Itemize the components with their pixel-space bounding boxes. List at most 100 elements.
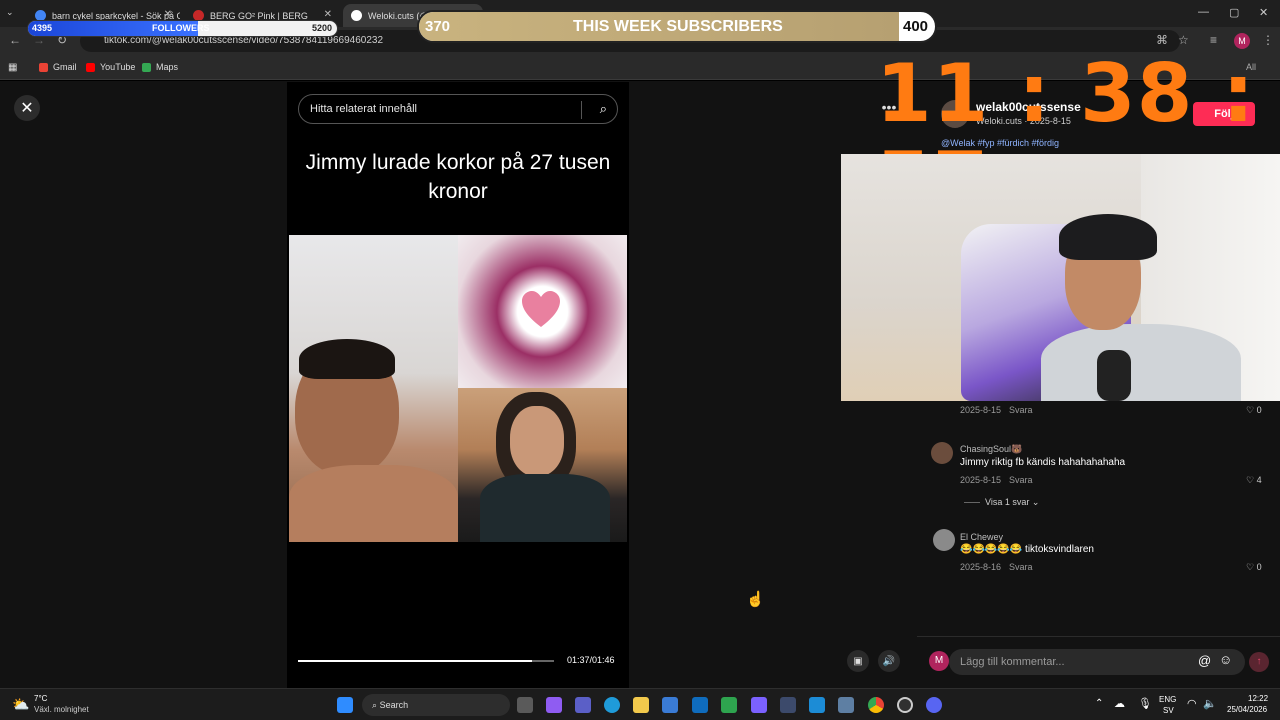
commenter-avatar[interactable]	[933, 529, 955, 551]
person-hair	[299, 339, 395, 379]
tray-chevron-icon[interactable]: ⌃	[1095, 698, 1103, 709]
subs-goal: 400	[903, 18, 929, 35]
mention-icon[interactable]: @	[1198, 653, 1211, 668]
video-frame-heart	[458, 235, 627, 388]
weather-icon[interactable]: ⛅	[12, 696, 29, 713]
store-icon[interactable]	[662, 697, 678, 713]
minimize-icon[interactable]: —	[1198, 6, 1209, 18]
language-sub[interactable]: SV	[1163, 706, 1174, 715]
streamer-cap	[1059, 214, 1157, 260]
reply-button[interactable]: Svara	[1009, 405, 1033, 415]
weather-temp[interactable]: 7°C	[34, 694, 47, 703]
copilot-icon[interactable]	[546, 697, 562, 713]
comment-date: 2025-8-15	[960, 475, 1002, 485]
chevron-down-icon: ⌄	[1031, 497, 1040, 507]
subs-title: THIS WEEK SUBSCRIBERS	[573, 18, 783, 35]
language[interactable]: ENG	[1159, 695, 1176, 704]
emoji-icon[interactable]: ☺	[1219, 652, 1232, 667]
comment-date: 2025-8-15	[960, 405, 1002, 415]
obs-icon[interactable]	[897, 697, 913, 713]
weather-desc[interactable]: Växl. molnighet	[34, 705, 89, 714]
like-number: 4	[1256, 475, 1262, 485]
media-icon[interactable]: ≡	[1210, 33, 1217, 47]
send-icon[interactable]: ↑	[1249, 652, 1269, 672]
tab-search-button[interactable]: ⌄	[6, 7, 20, 21]
clock-time[interactable]: 12:22	[1248, 694, 1268, 703]
video-time: 01:37/01:46	[567, 655, 615, 665]
windows-icon[interactable]	[337, 697, 353, 713]
commenter-name[interactable]: ChasingSoul🐻	[960, 444, 1022, 455]
person-body	[480, 474, 610, 542]
volume-icon[interactable]: 🔊	[878, 650, 900, 672]
bookmark-gmail[interactable]: Gmail	[39, 62, 77, 72]
edge-icon[interactable]	[604, 697, 620, 713]
apps-icon[interactable]: ▦	[8, 62, 17, 73]
like-count[interactable]: ♡ 0	[1246, 405, 1262, 416]
comment-date: 2025-8-16	[960, 562, 1002, 572]
maximize-icon[interactable]: ▢	[1229, 6, 1239, 19]
view-replies-button[interactable]: Visa 1 svar ⌄	[985, 497, 1039, 508]
video-frame-left	[289, 235, 458, 542]
comment-text: 😂😂😂😂😂 tiktoksvindlaren	[960, 544, 1094, 555]
explorer-icon[interactable]	[633, 697, 649, 713]
like-number: 0	[1256, 562, 1262, 572]
related-search-input[interactable]: Hitta relaterat innehåll ⌕	[298, 94, 618, 124]
tab-title: barn cykel sparkcykel - Sök på G	[52, 10, 180, 21]
close-window-icon[interactable]: ✕	[1259, 6, 1268, 19]
miniplayer-icon[interactable]: ▣	[847, 650, 869, 672]
app2-icon[interactable]	[780, 697, 796, 713]
onedrive-icon[interactable]: ☁	[1114, 697, 1125, 710]
heart-outline-icon: ♡	[1246, 475, 1255, 485]
translate-icon[interactable]: ⌘	[1156, 33, 1168, 47]
mouse-cursor-icon: ☝	[746, 591, 765, 608]
youtube-icon	[86, 62, 95, 72]
commenter-avatar[interactable]	[931, 442, 953, 464]
followers-goal: 5200	[312, 23, 333, 33]
files-icon[interactable]	[517, 697, 533, 713]
outlook-icon[interactable]	[692, 697, 708, 713]
wifi-icon[interactable]: ◠	[1187, 697, 1197, 710]
user-avatar[interactable]: M	[929, 651, 949, 671]
close-icon[interactable]: ✕	[14, 95, 40, 121]
commenter-name[interactable]: El Chewey	[960, 532, 1003, 542]
reply-button[interactable]: Svara	[1009, 562, 1033, 572]
close-tab-icon[interactable]: ✕	[164, 9, 172, 20]
speaker-icon[interactable]: 🔈	[1203, 697, 1217, 710]
chrome-icon[interactable]	[868, 697, 884, 713]
like-count[interactable]: ♡ 4	[1246, 475, 1262, 486]
search-label: Search	[379, 700, 409, 710]
clock-date[interactable]: 25/04/2026	[1227, 705, 1267, 714]
discord-icon[interactable]	[926, 697, 942, 713]
heart-outline-icon: ♡	[1246, 405, 1255, 415]
bookmark-youtube[interactable]: YouTube	[86, 62, 135, 72]
video-frame-man	[458, 388, 627, 542]
close-tab-icon[interactable]: ✕	[324, 9, 332, 20]
back-icon[interactable]: ←	[9, 33, 21, 47]
teams-icon[interactable]	[575, 697, 591, 713]
gmail-icon	[39, 62, 48, 72]
video-caption: Jimmy lurade korkor på 27 tusen kronor	[305, 151, 611, 203]
taskbar-search[interactable]: ⌕ Search	[362, 694, 510, 716]
like-count[interactable]: ♡ 0	[1246, 562, 1262, 573]
person-face	[510, 406, 564, 476]
vpn-icon[interactable]	[721, 697, 737, 713]
bookmark-label: Maps	[156, 62, 179, 72]
menu-icon[interactable]: ⋮	[1262, 33, 1274, 47]
bookmark-star-icon[interactable]: ☆	[1178, 33, 1189, 47]
search-icon[interactable]: ⌕	[600, 101, 607, 117]
microphone	[1097, 350, 1131, 401]
search-icon: ⌕	[372, 700, 378, 710]
photos-icon[interactable]	[809, 697, 825, 713]
app3-icon[interactable]	[838, 697, 854, 713]
bookmark-maps[interactable]: Maps	[142, 62, 178, 72]
heart-outline-icon: ♡	[1246, 562, 1255, 572]
view-replies-label: Visa 1 svar	[985, 497, 1030, 507]
like-number: 0	[1256, 405, 1262, 415]
app-icon[interactable]	[751, 697, 767, 713]
followers-goal-bar: 4395 FOLLOWERS 5200	[27, 20, 338, 37]
reply-button[interactable]: Svara	[1009, 475, 1033, 485]
mic-icon[interactable]: 🎙	[1138, 697, 1152, 710]
bookmark-label: YouTube	[100, 62, 136, 72]
tab-title: BERG GO² Pink | BERG	[210, 10, 308, 21]
progress-fill	[298, 660, 533, 662]
